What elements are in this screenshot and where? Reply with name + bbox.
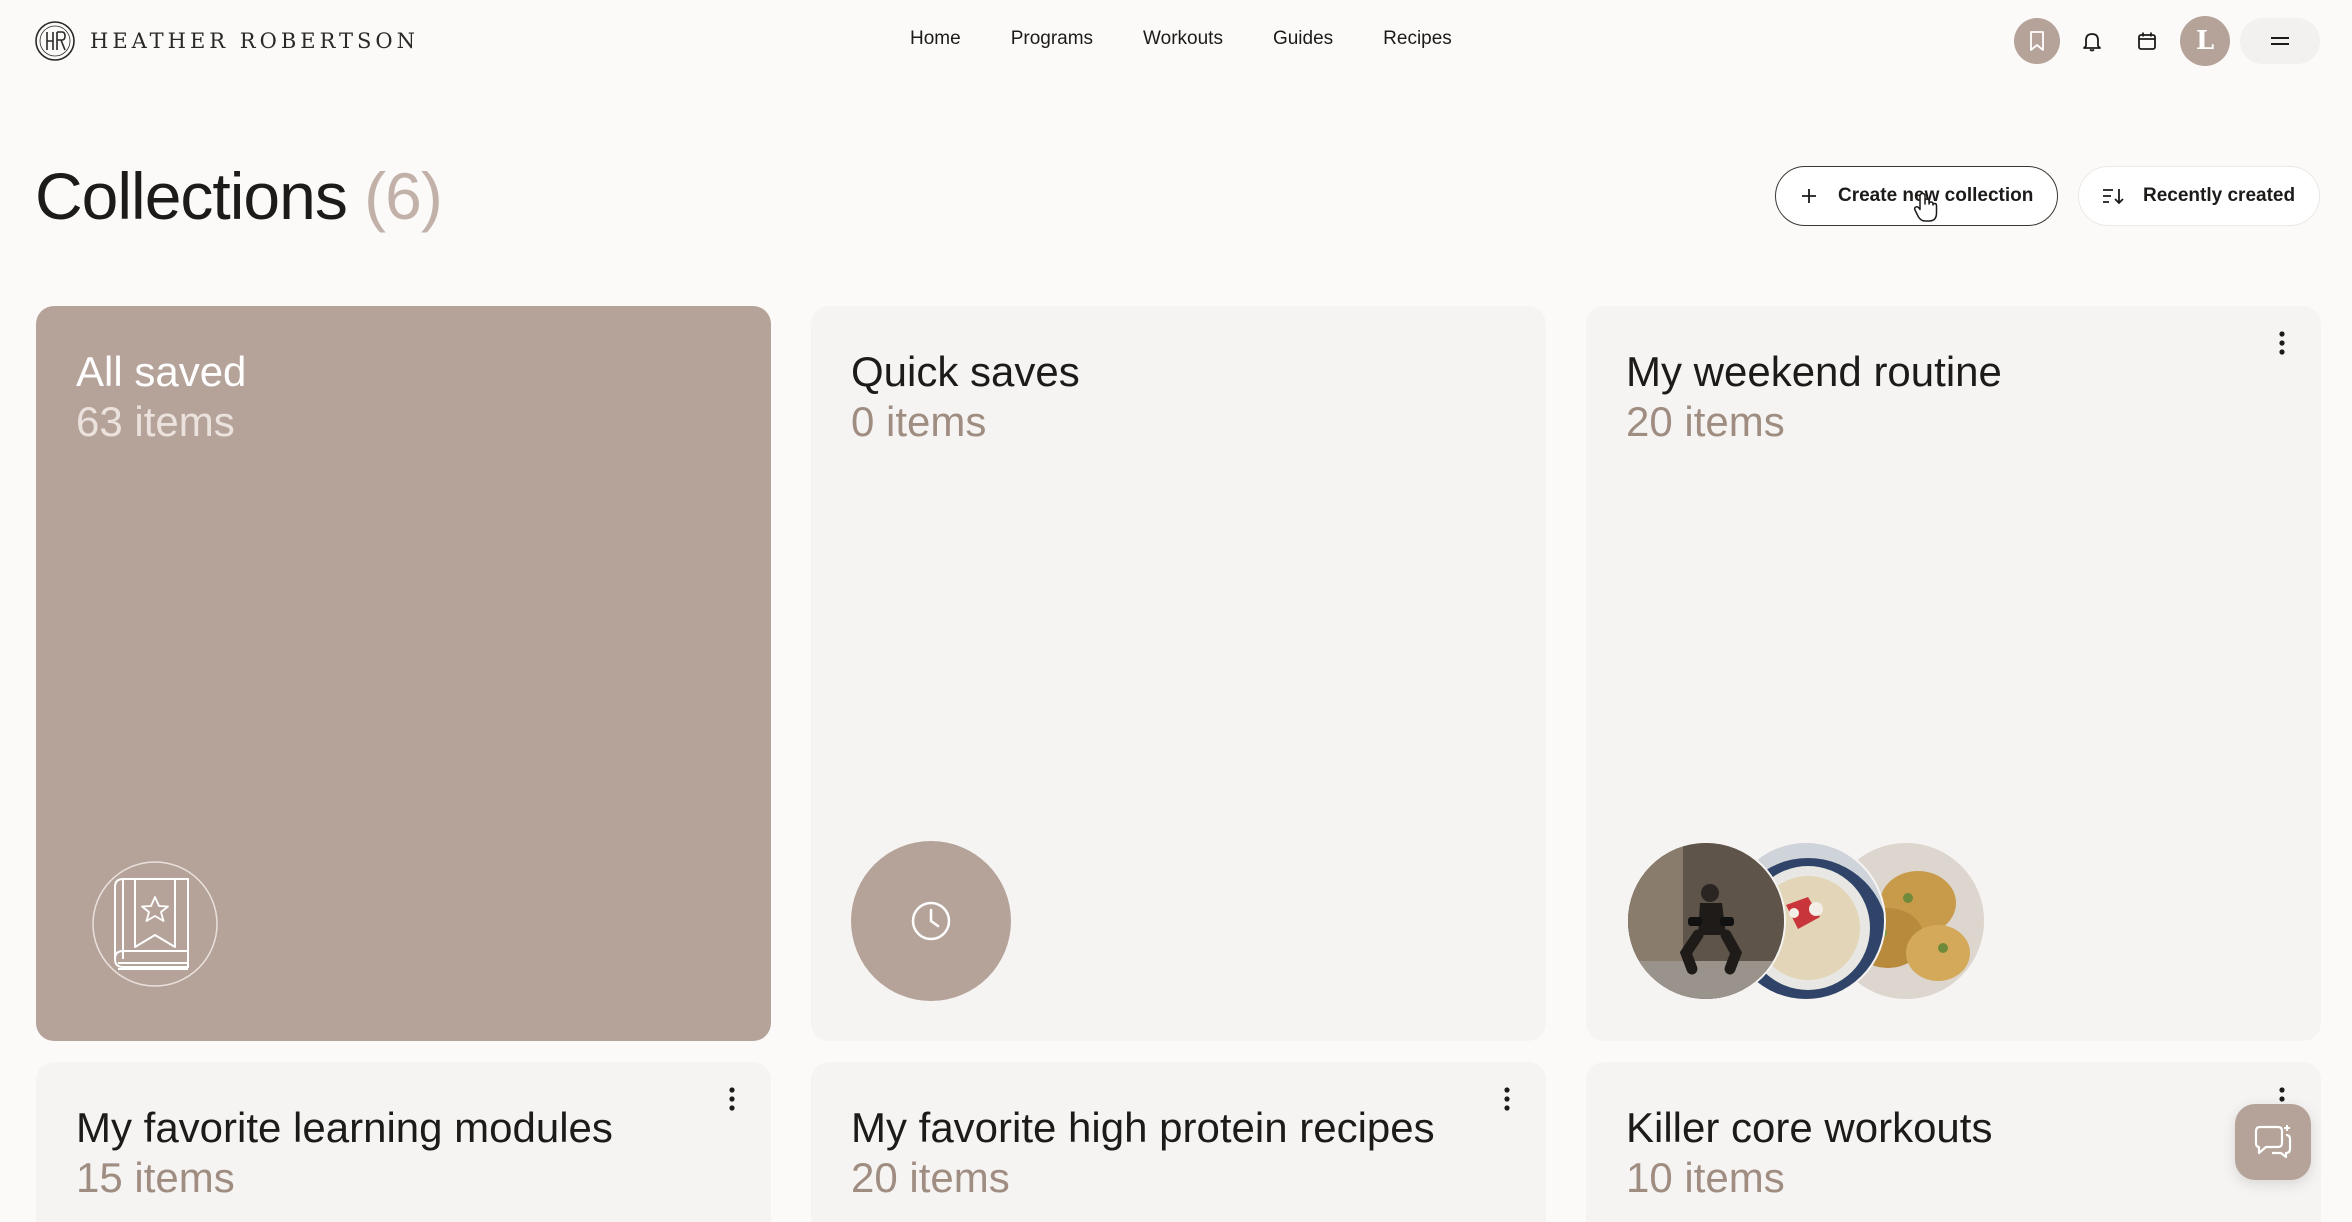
workout-photo-thumbnail [1626, 841, 1786, 1001]
book-star-icon [92, 861, 218, 987]
collection-title: My weekend routine [1626, 348, 2002, 395]
collection-count: (6) [364, 159, 443, 233]
more-vertical-icon [729, 1087, 735, 1111]
collection-card-high-protein-recipes[interactable]: My favorite high protein recipes 20 item… [811, 1062, 1546, 1222]
nav-programs[interactable]: Programs [1011, 28, 1093, 50]
collection-item-count: 0 items [851, 398, 987, 445]
nav-workouts[interactable]: Workouts [1143, 28, 1223, 50]
chat-bubbles-icon [2254, 1125, 2292, 1159]
collection-title: Quick saves [851, 348, 1080, 395]
hand-cursor-icon [1913, 192, 1938, 222]
collection-item-count: 10 items [1626, 1154, 1785, 1201]
collection-options-button[interactable] [1492, 1084, 1522, 1114]
sort-button[interactable]: Recently created [2078, 166, 2320, 226]
more-vertical-icon [1504, 1087, 1510, 1111]
collection-item-count: 20 items [1626, 398, 1785, 445]
collection-card-weekend-routine[interactable]: My weekend routine 20 items [1586, 306, 2321, 1041]
calendar-icon [2138, 32, 2156, 50]
saved-button[interactable] [2014, 18, 2060, 64]
collection-title: My favorite learning modules [76, 1104, 613, 1151]
nav-recipes[interactable]: Recipes [1383, 28, 1452, 50]
more-vertical-icon [2279, 331, 2285, 355]
collection-item-count: 63 items [76, 398, 235, 445]
collection-title: All saved [76, 348, 247, 395]
page-title-text: Collections [35, 159, 348, 233]
collections-page: HEATHER ROBERTSON Home Programs Workouts… [0, 0, 2352, 1222]
collection-card-quick-saves[interactable]: Quick saves 0 items [811, 306, 1546, 1041]
chat-button[interactable] [2235, 1104, 2311, 1180]
top-nav: HEATHER ROBERTSON Home Programs Workouts… [0, 0, 2352, 84]
nav-guides[interactable]: Guides [1273, 28, 1333, 50]
notifications-button[interactable] [2069, 18, 2115, 64]
clock-icon [911, 901, 951, 941]
main-nav: Home Programs Workouts Guides Recipes [910, 28, 1452, 50]
sort-icon [2103, 189, 2124, 205]
collection-title: My favorite high protein recipes [851, 1104, 1435, 1151]
bookmark-icon [2030, 31, 2044, 51]
bell-icon [2083, 33, 2101, 52]
sort-label: Recently created [2143, 185, 2296, 206]
calendar-button[interactable] [2124, 18, 2170, 64]
plus-icon [1802, 189, 1816, 203]
collection-card-learning-modules[interactable]: My favorite learning modules 15 items [36, 1062, 771, 1222]
brand[interactable]: HEATHER ROBERTSON [34, 20, 419, 62]
collection-title: Killer core workouts [1626, 1104, 1993, 1151]
collection-item-count: 15 items [76, 1154, 235, 1201]
hr-monogram-icon [35, 21, 75, 61]
collection-thumbnail [851, 841, 1011, 1001]
collection-options-button[interactable] [2267, 328, 2297, 358]
collection-thumbnails [1626, 841, 1986, 1001]
page-title: Collections (6) [35, 158, 443, 234]
menu-button[interactable] [2240, 18, 2320, 64]
hamburger-menu-icon [2271, 37, 2289, 45]
collection-item-count: 20 items [851, 1154, 1010, 1201]
squat-workout-image [1628, 843, 1784, 999]
collection-options-button[interactable] [717, 1084, 747, 1114]
avatar[interactable]: L [2180, 16, 2230, 66]
collection-card-all-saved[interactable]: All saved 63 items [36, 306, 771, 1041]
collection-card-killer-core[interactable]: Killer core workouts 10 items [1586, 1062, 2321, 1222]
nav-home[interactable]: Home [910, 28, 961, 50]
brand-name: HEATHER ROBERTSON [90, 29, 420, 53]
